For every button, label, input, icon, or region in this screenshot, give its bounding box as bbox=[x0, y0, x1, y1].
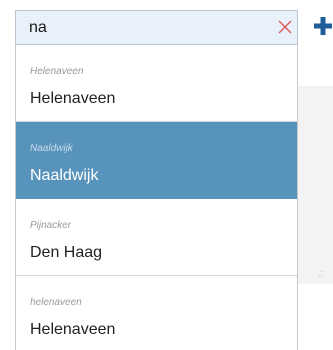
suggestion-option-den-haag[interactable]: Pijnacker Den Haag bbox=[16, 199, 297, 276]
option-sublabel: Helenaveen bbox=[30, 66, 84, 77]
option-sublabel: Naaldwijk bbox=[30, 143, 73, 154]
search-field[interactable] bbox=[15, 10, 298, 45]
close-icon[interactable] bbox=[277, 19, 293, 35]
side-panel: .: bbox=[296, 86, 333, 284]
field-label-cropped bbox=[14, 0, 54, 4]
plus-icon[interactable] bbox=[313, 16, 333, 36]
option-label: Helenaveen bbox=[30, 90, 116, 107]
search-input[interactable] bbox=[16, 11, 256, 44]
suggestion-option-naaldwijk[interactable]: Naaldwijk Naaldwijk bbox=[16, 122, 297, 199]
suggestion-dropdown: Helenaveen Helenaveen Naaldwijk Naaldwij… bbox=[15, 45, 298, 350]
option-label: Den Haag bbox=[30, 244, 103, 261]
resize-handle-icon: .: bbox=[318, 268, 324, 278]
suggestion-option-helenaveen[interactable]: Helenaveen Helenaveen bbox=[16, 45, 297, 122]
option-label: Naaldwijk bbox=[30, 167, 99, 184]
option-sublabel: Pijnacker bbox=[30, 220, 72, 231]
option-sublabel: helenaveen bbox=[30, 297, 82, 308]
suggestion-option-helenaveen-2[interactable]: helenaveen Helenaveen bbox=[16, 276, 297, 350]
option-label: Helenaveen bbox=[30, 321, 116, 338]
